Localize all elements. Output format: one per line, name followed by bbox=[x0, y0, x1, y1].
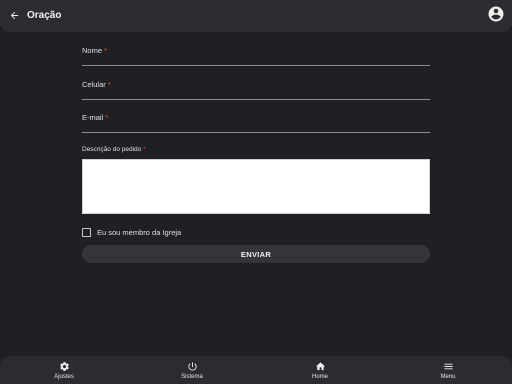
nav-item-home[interactable]: Home bbox=[290, 356, 350, 384]
gear-icon bbox=[59, 361, 69, 371]
email-label: E-mail * bbox=[82, 113, 109, 122]
email-field[interactable]: E-mail * bbox=[82, 113, 430, 133]
required-mark: * bbox=[143, 146, 146, 153]
description-label: Descrição do pedido * bbox=[82, 146, 146, 153]
hamburger-menu-icon bbox=[443, 363, 453, 369]
nav-label-home: Home bbox=[311, 373, 328, 380]
name-field[interactable]: Nome * bbox=[82, 46, 430, 66]
nav-item-menu[interactable]: Menu bbox=[418, 356, 478, 384]
power-icon bbox=[187, 361, 197, 371]
member-checkbox-label: Eu sou membro da Igreja bbox=[97, 227, 182, 237]
nav-label-settings: Ajustes bbox=[54, 373, 74, 380]
nav-item-settings[interactable]: Ajustes bbox=[34, 356, 94, 384]
submit-button[interactable]: ENVIAR bbox=[82, 245, 430, 263]
back-button[interactable] bbox=[6, 7, 22, 23]
home-icon bbox=[315, 361, 325, 370]
required-mark: * bbox=[105, 113, 109, 122]
account-circle-icon bbox=[488, 6, 504, 22]
required-mark: * bbox=[107, 80, 111, 89]
page-title: Oração bbox=[27, 10, 62, 21]
name-label: Nome * bbox=[82, 46, 107, 55]
nav-label-menu: Menu bbox=[440, 373, 456, 380]
app-header: Oração bbox=[0, 0, 512, 32]
arrow-left-icon bbox=[10, 11, 18, 19]
member-checkbox-row[interactable]: Eu sou membro da Igreja bbox=[82, 226, 181, 238]
account-button[interactable] bbox=[487, 5, 505, 23]
description-textarea[interactable] bbox=[82, 159, 430, 214]
required-mark: * bbox=[104, 46, 107, 55]
member-checkbox[interactable] bbox=[82, 227, 91, 237]
phone-label: Celular * bbox=[82, 80, 111, 89]
nav-label-system: Sistema bbox=[181, 373, 203, 380]
nav-item-system[interactable]: Sistema bbox=[162, 356, 222, 384]
phone-field[interactable]: Celular * bbox=[82, 80, 430, 100]
bottom-navigation: Ajustes Sistema Home Menu bbox=[0, 356, 512, 384]
